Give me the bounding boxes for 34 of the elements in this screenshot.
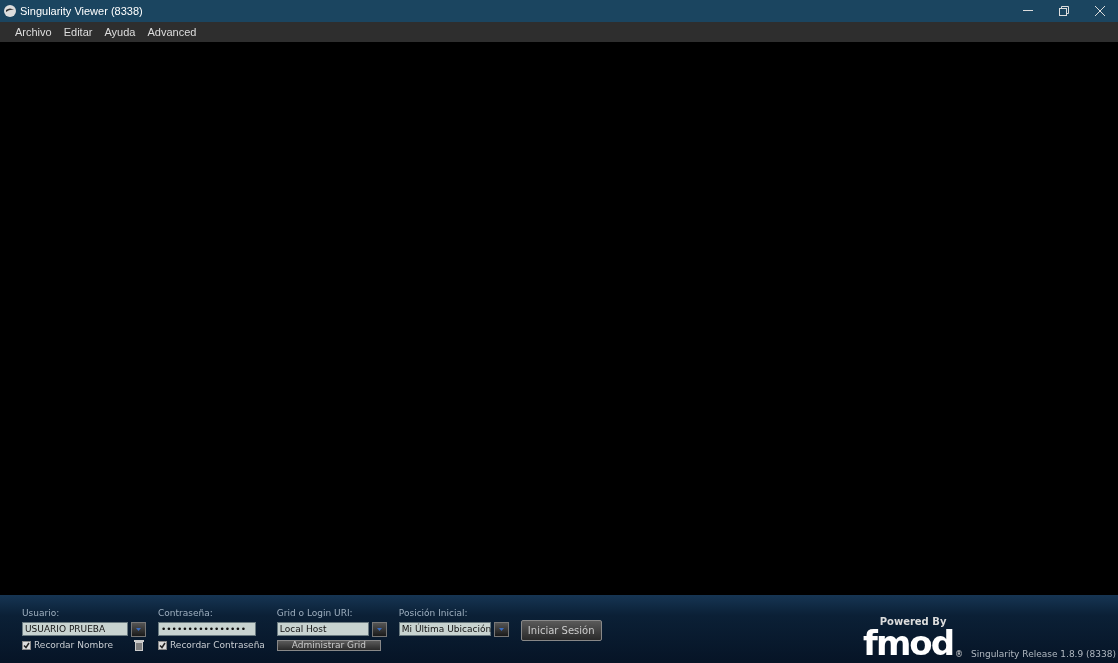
menu-item[interactable]: Archivo [9, 26, 58, 38]
minimize-icon[interactable] [1023, 10, 1033, 12]
dropdown-button[interactable] [131, 621, 146, 637]
caret-icon [376, 627, 382, 631]
checkbox[interactable] [22, 640, 31, 650]
restore-icon[interactable] [1059, 6, 1069, 16]
menu-item[interactable]: Editar [57, 26, 99, 38]
field-label: Usuario: [22, 608, 61, 620]
checkbox[interactable] [158, 640, 167, 650]
registered-mark: ® [955, 650, 963, 659]
manage-grid-button[interactable]: Administrar Grid [276, 639, 381, 651]
dropdown-button[interactable] [493, 621, 509, 637]
grid-field[interactable]: Local Host [276, 622, 369, 636]
checkbox-label: Recordar Nombre [34, 640, 113, 650]
version-label: Singularity Release 1.8.9 (8338) [971, 649, 1116, 659]
window-title: Singularity Viewer (8338) [20, 5, 144, 17]
start-location-field[interactable]: Mi Última Ubicación [398, 622, 491, 636]
field-label: Posición Inicial: [398, 608, 469, 620]
dropdown-button[interactable] [371, 621, 387, 637]
checkbox-label: Recordar Contraseña [170, 640, 265, 650]
field-label: Grid o Login URI: [276, 608, 354, 620]
caret-icon [498, 627, 504, 631]
login-button[interactable]: Iniciar Sesión [520, 620, 602, 641]
menu-item[interactable]: Advanced [141, 26, 203, 38]
powered-by-label: Powered By [879, 616, 947, 627]
caret-icon [136, 627, 141, 631]
menu-item[interactable]: Ayuda [98, 26, 142, 38]
password-field[interactable]: •••••••••••••••• [158, 622, 256, 636]
fmod-logo: fmod [863, 627, 953, 659]
username-field[interactable]: USUARIO PRUEBA [22, 622, 128, 636]
app-logo-icon [4, 5, 16, 17]
close-icon[interactable] [1095, 6, 1105, 16]
trash-icon[interactable] [134, 639, 144, 651]
field-label: Contraseña: [158, 608, 214, 620]
